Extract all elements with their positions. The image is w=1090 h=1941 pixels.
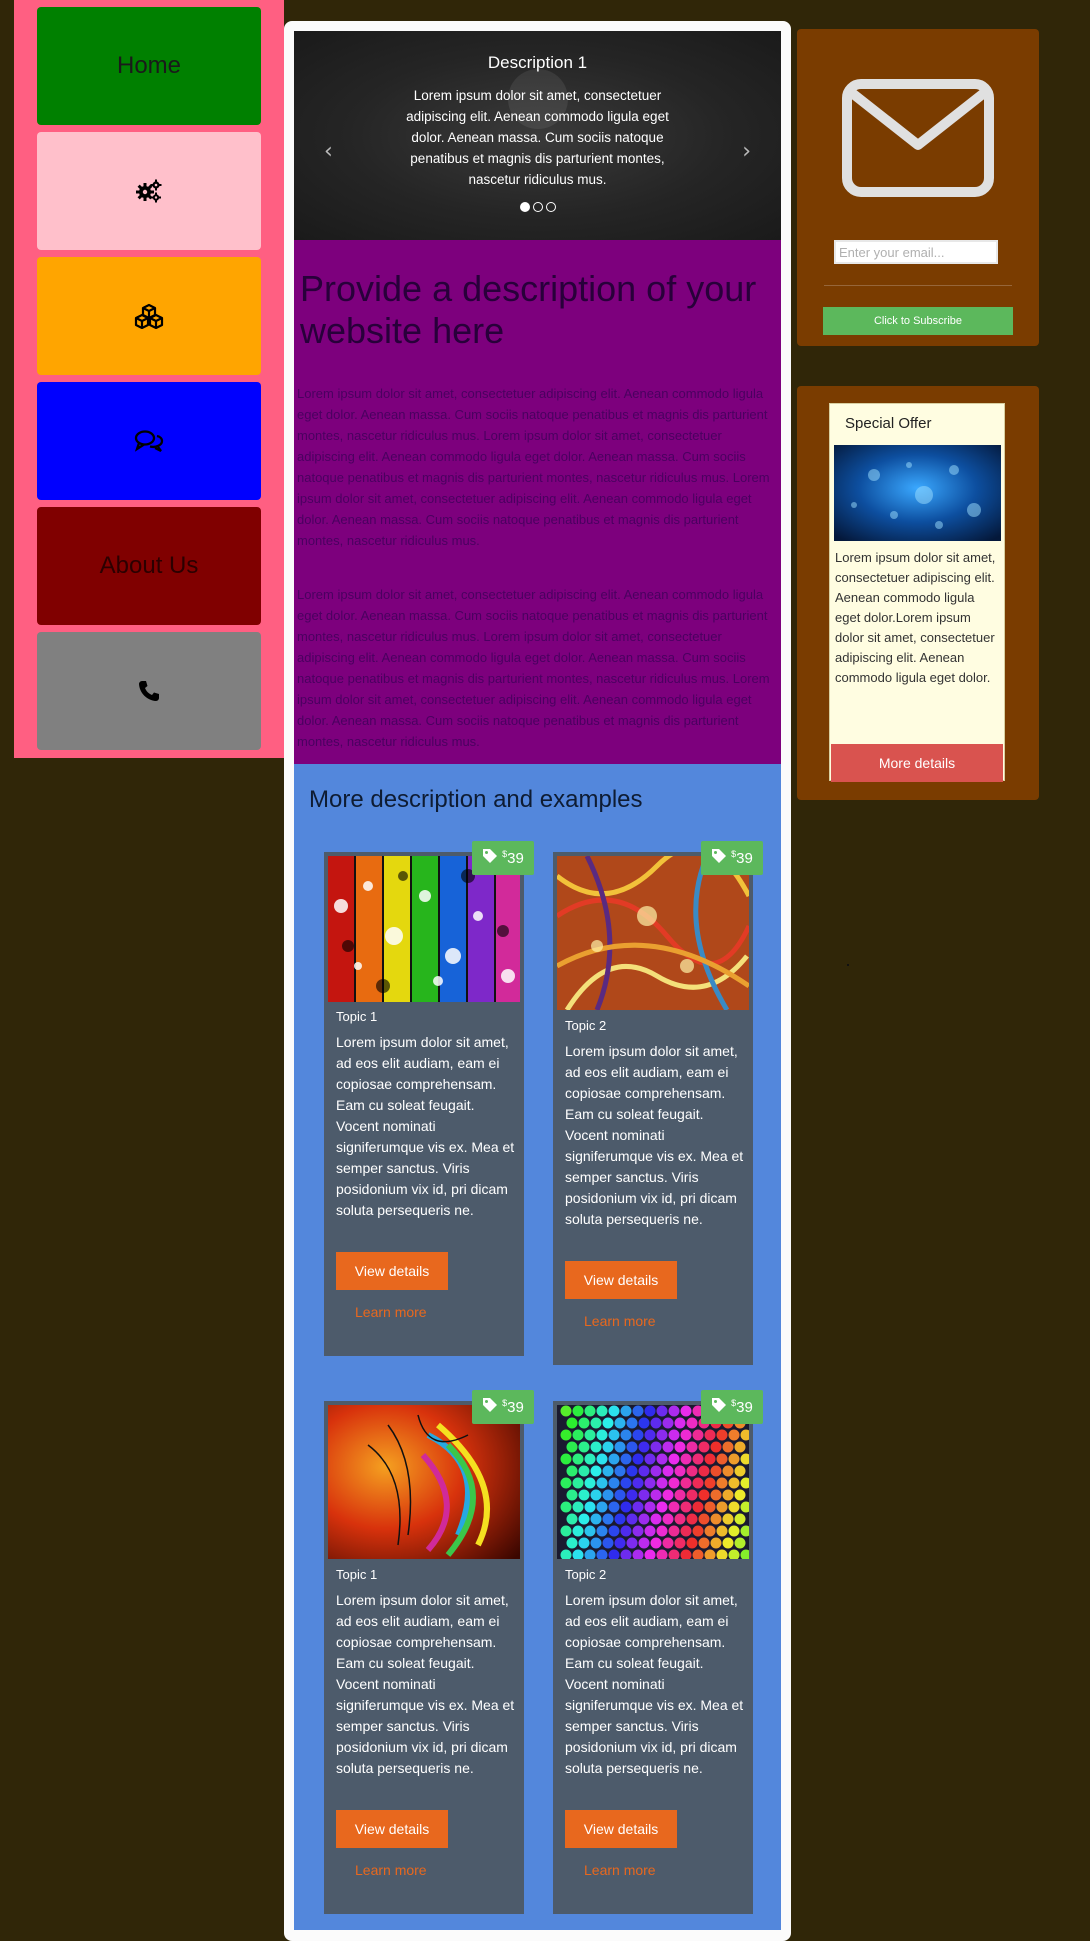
learn-more-link[interactable]: Learn more: [355, 1862, 427, 1878]
examples-section: More description and examples $39 Topic …: [294, 764, 781, 1930]
intro-section: Provide a description of your website he…: [294, 240, 781, 764]
price-badge: $39: [701, 1390, 763, 1424]
nav-home[interactable]: Home: [37, 7, 261, 125]
carousel-prev-button[interactable]: ‹: [324, 139, 333, 164]
card-body: Lorem ipsum dolor sit amet, ad eos elit …: [336, 1034, 515, 1218]
offer-image-bokeh: [834, 445, 1001, 541]
card-image-abstract-art: [557, 856, 749, 1010]
intro-paragraph: Lorem ipsum dolor sit amet, consectetuer…: [297, 386, 770, 548]
view-details-button[interactable]: View details: [565, 1261, 677, 1299]
view-details-button[interactable]: View details: [336, 1810, 448, 1848]
description-carousel: Description 1 Lorem ipsum dolor sit amet…: [294, 31, 781, 240]
main-content: Description 1 Lorem ipsum dolor sit amet…: [284, 21, 791, 1941]
nav-about-us[interactable]: About Us: [37, 507, 261, 625]
nav-contact[interactable]: [37, 632, 261, 750]
tag-icon: [482, 1397, 498, 1417]
learn-more-link[interactable]: Learn more: [584, 1862, 656, 1878]
card-body: Lorem ipsum dolor sit amet, ad eos elit …: [565, 1592, 744, 1776]
special-offer-card: Special Offer Lorem ipsum dolor sit amet…: [829, 403, 1005, 782]
special-offer-panel: Special Offer Lorem ipsum dolor sit amet…: [797, 386, 1039, 800]
tag-icon: [711, 1397, 727, 1417]
price-value: 39: [736, 1399, 753, 1416]
carousel-dot[interactable]: [532, 202, 543, 212]
learn-more-link[interactable]: Learn more: [584, 1313, 656, 1329]
example-card: $39 Topic 1 Lorem ipsum dolor sit amet, …: [324, 1390, 534, 1914]
chat-icon: [134, 429, 164, 453]
carousel-dot[interactable]: [545, 202, 556, 212]
card-topic: Topic 2: [565, 1018, 607, 1033]
subscribe-button[interactable]: Click to Subscribe: [823, 307, 1013, 335]
offer-text: Lorem ipsum dolor sit amet, consectetuer…: [835, 550, 996, 685]
left-nav: Home About Us: [14, 0, 284, 758]
price-badge: $39: [472, 841, 534, 875]
tag-icon: [482, 848, 498, 868]
nav-chat[interactable]: [37, 382, 261, 500]
view-details-button[interactable]: View details: [565, 1810, 677, 1848]
price-value: 39: [736, 850, 753, 867]
card-topic: Topic 1: [336, 1567, 378, 1582]
learn-more-link[interactable]: Learn more: [355, 1304, 427, 1320]
carousel-indicators: [294, 202, 781, 212]
nav-products[interactable]: [37, 257, 261, 375]
card-body: Lorem ipsum dolor sit amet, ad eos elit …: [565, 1043, 744, 1227]
more-details-button[interactable]: More details: [831, 744, 1003, 782]
carousel-dot[interactable]: [519, 202, 530, 212]
price-badge: $39: [701, 841, 763, 875]
envelope-icon: [842, 79, 994, 201]
carousel-text: Lorem ipsum dolor sit amet, consectetuer…: [406, 88, 669, 187]
cubes-icon: [133, 303, 165, 329]
gears-icon: [135, 178, 163, 204]
examples-heading: More description and examples: [309, 786, 643, 813]
divider: [824, 285, 1012, 286]
nav-services[interactable]: [37, 132, 261, 250]
email-input[interactable]: [834, 240, 998, 264]
intro-paragraph: Lorem ipsum dolor sit amet, consectetuer…: [297, 587, 770, 749]
card-image-colorful-spheres: [557, 1405, 749, 1559]
nav-home-label: Home: [116, 52, 182, 79]
offer-title: Special Offer: [845, 415, 932, 432]
price-badge: $39: [472, 1390, 534, 1424]
example-card: $39 Topic 2 Lorem ipsum dolor sit amet, …: [553, 1390, 763, 1914]
example-card: $39 Topic 1 Lorem ipsum dolor sit amet, …: [324, 841, 534, 1356]
example-card: $39 Topic 2 Lorem ipsum dolor sit amet, …: [553, 841, 763, 1365]
intro-heading: Provide a description of your website he…: [300, 268, 757, 351]
card-topic: Topic 1: [336, 1009, 378, 1024]
nav-about-us-label: About Us: [99, 552, 199, 579]
card-body: Lorem ipsum dolor sit amet, ad eos elit …: [336, 1592, 515, 1776]
decorative-dot: [847, 964, 849, 966]
card-image-fire-swirl: [328, 1405, 520, 1559]
card-image-paint-splatter: [328, 856, 520, 1002]
card-topic: Topic 2: [565, 1567, 607, 1582]
price-value: 39: [507, 1399, 524, 1416]
price-value: 39: [507, 850, 524, 867]
view-details-button[interactable]: View details: [336, 1252, 448, 1290]
phone-icon: [137, 679, 161, 703]
tag-icon: [711, 848, 727, 868]
carousel-title: Description 1: [487, 53, 588, 72]
carousel-next-button[interactable]: ›: [742, 139, 751, 164]
subscribe-panel: Click to Subscribe: [797, 29, 1039, 346]
